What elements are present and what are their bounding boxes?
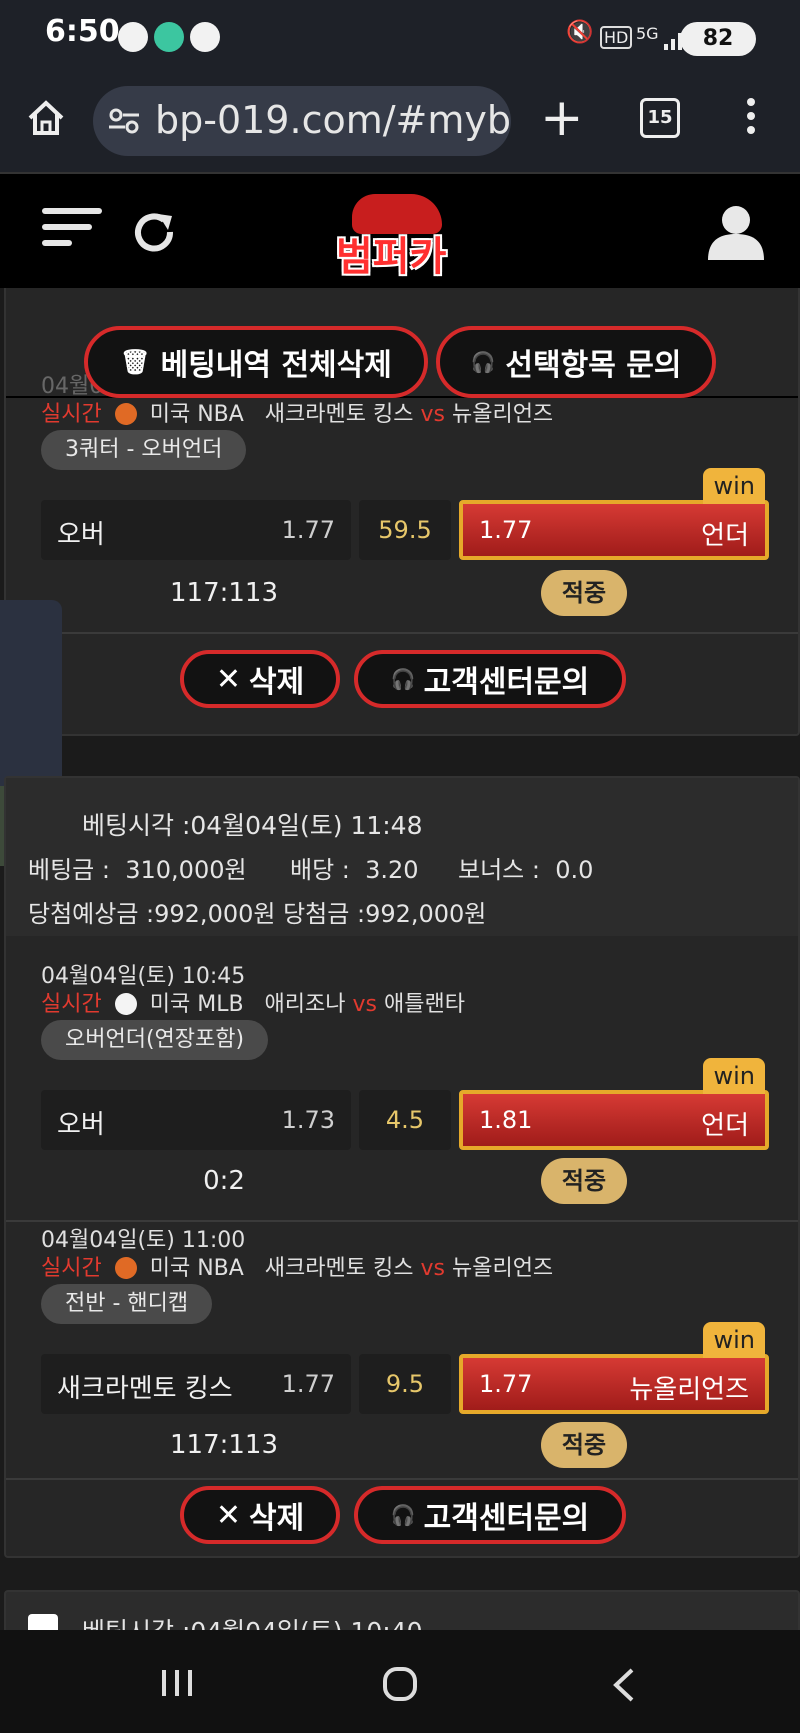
- user-icon[interactable]: [706, 202, 766, 262]
- game-info: 실시간 미국 NBA 새크라멘토 킹스 vs 뉴올리언즈: [41, 1256, 554, 1281]
- home-button-icon[interactable]: [382, 1666, 418, 1702]
- market-tag: 3쿼터 - 오버언더: [41, 430, 247, 470]
- bet-card: 베팅시각 :04월04일(토) 11:48 베팅금 : 310,000원 배당 …: [4, 776, 800, 1558]
- odds-row: 오버 1.73 4.5 win 1.81 언더: [41, 1058, 769, 1150]
- status-time: 6:50: [45, 14, 120, 49]
- support-label: 고객센터문의: [423, 665, 590, 700]
- url-bar[interactable]: bp-019.com/#mybe: [93, 86, 511, 156]
- result-badge: 적중: [541, 570, 627, 616]
- delete-label: 삭제: [248, 665, 305, 700]
- selection-name: 언더: [701, 521, 749, 551]
- browser-toolbar: bp-019.com/#mybe + 15: [0, 72, 800, 174]
- back-icon[interactable]: [612, 1668, 636, 1702]
- away-team: 뉴올리언즈: [451, 402, 554, 427]
- result-badge: 적중: [541, 1158, 627, 1204]
- odds-cell-left[interactable]: 새크라멘토 킹스 1.77: [41, 1354, 351, 1414]
- game-info: 실시간 미국 NBA 새크라멘토 킹스 vs 뉴올리언즈: [41, 396, 553, 428]
- bet-amount: 베팅금 : 310,000원: [28, 856, 247, 884]
- bet-card: 베팅시각 :04월04일(토) 10:40: [4, 1590, 800, 1630]
- odds-cell-selected[interactable]: win 1.77 뉴올리언즈: [459, 1322, 769, 1414]
- vs-label: vs: [420, 402, 445, 427]
- system-nav-bar: [0, 1630, 800, 1733]
- home-icon[interactable]: [26, 98, 66, 138]
- headset-icon: 🎧: [390, 1503, 416, 1527]
- mute-icon: 🔇: [566, 20, 594, 45]
- market-tag: 전반 - 핸디캡: [41, 1284, 213, 1324]
- odds-value: 1.77: [479, 516, 533, 544]
- basketball-icon: [114, 403, 137, 425]
- result-badge: 적중: [541, 1422, 627, 1468]
- odds-cell-selected[interactable]: win 1.77 언더: [459, 468, 769, 560]
- close-icon: ✕: [215, 661, 241, 697]
- selection-name: 오버: [57, 520, 105, 550]
- inquiry-selected-label: 선택항목 문의: [505, 348, 682, 383]
- headset-icon: 🎧: [470, 350, 496, 374]
- final-score: 117:113: [169, 578, 278, 608]
- site-logo[interactable]: 범퍼카: [330, 190, 470, 282]
- final-score: 117:113: [169, 1430, 278, 1460]
- bet-odds: 배당 : 3.20: [290, 856, 419, 884]
- game-info: 실시간 미국 MLB 애리조나 vs 애틀랜타: [41, 992, 465, 1017]
- hamburger-menu-icon[interactable]: [42, 208, 102, 256]
- site-settings-icon[interactable]: [109, 108, 139, 134]
- odds-row: 오버 1.77 59.5 win 1.77 언더: [41, 468, 769, 560]
- handicap-cell: 9.5: [359, 1354, 451, 1414]
- headset-icon: 🎧: [390, 667, 416, 691]
- live-label: 실시간: [41, 402, 102, 427]
- hd-icon: HD: [600, 26, 633, 49]
- delete-button[interactable]: ✕ 삭제: [180, 1486, 340, 1544]
- win-badge: win: [703, 1058, 765, 1094]
- new-tab-icon[interactable]: +: [540, 92, 584, 144]
- market-tag: 오버언더(연장포함): [41, 1020, 269, 1060]
- notification-icon: [190, 22, 220, 52]
- final-score: 0:2: [203, 1166, 245, 1196]
- expected-winnings: 당첨예상금 :992,000원 당첨금 :992,000원: [28, 900, 487, 928]
- more-menu-icon[interactable]: [746, 94, 756, 144]
- status-bar: 6:50 🔇 HD 5G 82: [0, 0, 800, 72]
- support-inquiry-button[interactable]: 🎧 고객센터문의: [354, 1486, 626, 1544]
- battery-indicator: 82: [680, 22, 756, 56]
- floating-banner-image[interactable]: [0, 600, 62, 786]
- league-name: 미국 NBA: [149, 402, 244, 427]
- handicap-value: 59.5: [378, 516, 432, 544]
- site-header: 범퍼카: [0, 174, 800, 288]
- odds-row: 새크라멘토 킹스 1.77 9.5 win 1.77 뉴올리언즈: [41, 1322, 769, 1414]
- bet-time: 베팅시각 :04월04일(토) 10:40: [82, 1612, 423, 1630]
- trash-icon: 🗑: [120, 348, 151, 376]
- odds-cell-selected[interactable]: win 1.81 언더: [459, 1058, 769, 1150]
- baseball-icon: [114, 993, 137, 1015]
- odds-cell-left[interactable]: 오버 1.73: [41, 1090, 351, 1150]
- logo-text: 범퍼카: [336, 234, 447, 280]
- refresh-icon[interactable]: [130, 210, 178, 258]
- bet-bonus: 보너스 : 0.0: [458, 856, 594, 884]
- support-inquiry-button[interactable]: 🎧 고객센터문의: [354, 650, 626, 708]
- basketball-icon: [114, 1257, 137, 1279]
- notification-icon: [118, 22, 148, 52]
- select-checkbox[interactable]: [28, 1614, 58, 1630]
- betting-history: 04월04일(토) 11:00 실시간 미국 NBA 새크라멘토 킹스 vs 뉴…: [0, 288, 800, 1630]
- delete-button[interactable]: ✕ 삭제: [180, 650, 340, 708]
- app-notification-icon: [154, 22, 184, 52]
- close-icon: ✕: [215, 1497, 241, 1533]
- win-badge: win: [703, 1322, 765, 1358]
- tab-switcher-button[interactable]: 15: [640, 98, 680, 138]
- recent-apps-icon[interactable]: [160, 1668, 194, 1698]
- bet-time: 베팅시각 :04월04일(토) 11:48: [82, 811, 423, 840]
- delete-all-label: 베팅내역 전체삭제: [160, 348, 392, 383]
- win-badge: win: [703, 468, 765, 504]
- handicap-cell: 59.5: [359, 500, 451, 560]
- inquiry-selected-button[interactable]: 🎧 선택항목 문의: [436, 326, 716, 398]
- 5g-icon: 5G: [636, 24, 659, 43]
- delete-all-button[interactable]: 🗑 베팅내역 전체삭제: [84, 326, 428, 398]
- url-text: bp-019.com/#mybe: [155, 98, 511, 142]
- odds-value: 1.77: [281, 516, 335, 544]
- odds-cell-left[interactable]: 오버 1.77: [41, 500, 351, 560]
- handicap-cell: 4.5: [359, 1090, 451, 1150]
- home-team: 새크라멘토 킹스: [264, 402, 414, 427]
